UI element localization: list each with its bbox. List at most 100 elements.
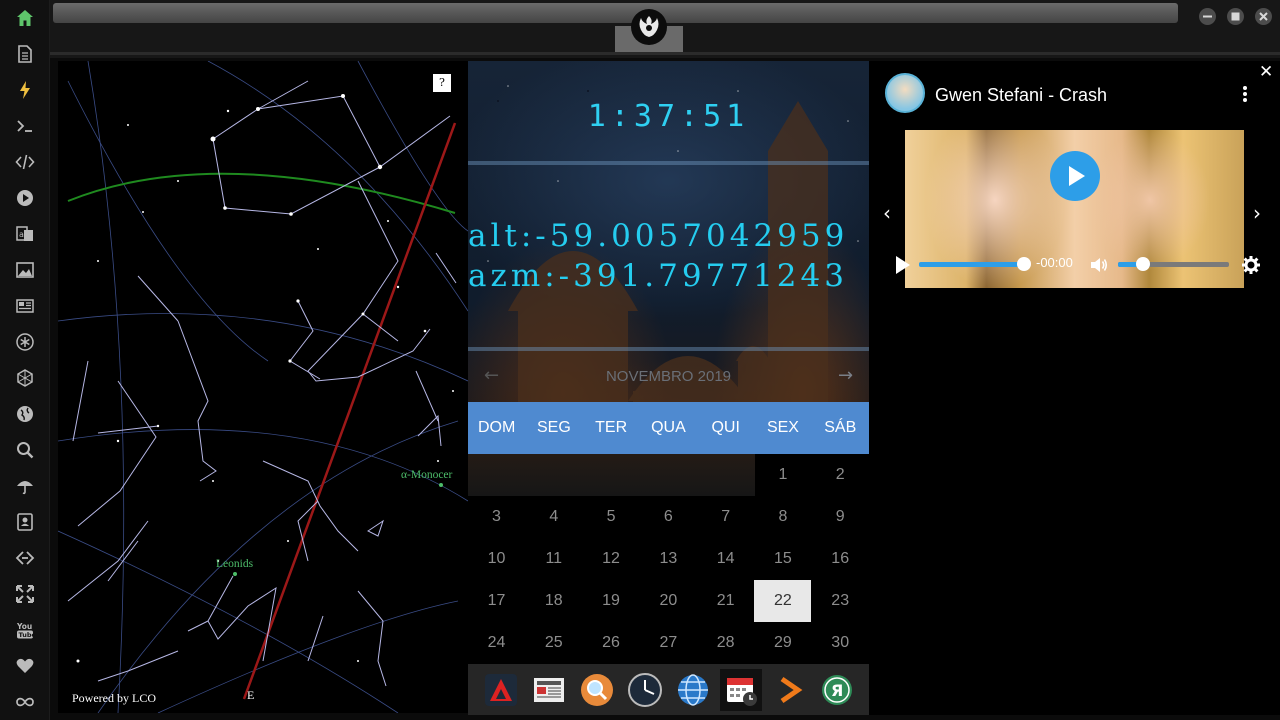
app-red-triangle-icon[interactable] bbox=[480, 669, 522, 711]
close-icon[interactable] bbox=[1255, 8, 1272, 25]
calendar-day-today[interactable]: 22 bbox=[754, 580, 812, 622]
document-icon[interactable] bbox=[13, 42, 37, 66]
calendar-day[interactable]: 20 bbox=[640, 580, 697, 622]
arrow-app-icon[interactable] bbox=[768, 669, 810, 711]
play-icon[interactable] bbox=[892, 254, 912, 276]
svg-text:You: You bbox=[16, 622, 32, 631]
music-player: ✕ Gwen Stefani - Crash ‹ › -00:00 bbox=[869, 61, 1280, 715]
time-remaining: -00:00 bbox=[1036, 255, 1073, 270]
weekday-label: SEG bbox=[537, 419, 571, 436]
calendar-day[interactable]: 25 bbox=[525, 622, 582, 664]
news-app-icon[interactable] bbox=[528, 669, 570, 711]
calendar-day[interactable]: 4 bbox=[525, 496, 582, 538]
sky-chart[interactable]: ? α-Monocer Leonids Powered by LCO E bbox=[58, 61, 468, 713]
image-icon[interactable] bbox=[13, 258, 37, 282]
lightning-icon[interactable] bbox=[13, 78, 37, 102]
home-icon[interactable] bbox=[13, 6, 37, 30]
calendar-day[interactable]: 16 bbox=[812, 538, 869, 580]
month-label: NOVEMBRO 2019 bbox=[605, 368, 732, 385]
weekday-header: DOM SEG TER QUA QUI SEX SÁB bbox=[468, 402, 869, 454]
asterisk-icon[interactable] bbox=[13, 330, 37, 354]
app-dock: Я bbox=[468, 664, 869, 715]
calendar-day[interactable]: 11 bbox=[525, 538, 582, 580]
avatar[interactable] bbox=[885, 73, 925, 113]
seek-bar[interactable] bbox=[919, 262, 1025, 267]
weekday-label: SEX bbox=[766, 419, 799, 436]
calendar-day[interactable]: 18 bbox=[525, 580, 582, 622]
clock-app-icon[interactable] bbox=[624, 669, 666, 711]
calendar-day[interactable]: 17 bbox=[468, 580, 525, 622]
clock-calendar-widget: 1:37:51 alt:-59.0057042959 azm:-391.7977… bbox=[468, 61, 869, 715]
calendar-day[interactable]: 1 bbox=[754, 454, 811, 496]
calendar-day[interactable]: 21 bbox=[697, 580, 754, 622]
player-controls: -00:00 bbox=[896, 249, 1260, 289]
sky-label-monoceros: α-Monocer bbox=[401, 469, 453, 481]
sidebar: a You Tube bbox=[0, 0, 50, 720]
calendar-day[interactable]: 5 bbox=[583, 496, 640, 538]
altitude-readout: alt:-59.0057042959 bbox=[468, 218, 849, 254]
more-options-icon[interactable] bbox=[1236, 83, 1254, 105]
help-button[interactable]: ? bbox=[433, 74, 451, 92]
umbrella-icon[interactable] bbox=[13, 474, 37, 498]
sky-credit: Powered by LCO bbox=[72, 691, 156, 705]
browser-globe-icon[interactable] bbox=[672, 669, 714, 711]
terminal-icon[interactable] bbox=[13, 114, 37, 138]
infinity-icon[interactable] bbox=[13, 690, 37, 714]
divider bbox=[468, 161, 869, 165]
calendar-day[interactable]: 23 bbox=[812, 580, 869, 622]
code-icon[interactable] bbox=[13, 150, 37, 174]
calendar-day[interactable]: 29 bbox=[754, 622, 811, 664]
next-track-icon[interactable]: › bbox=[1253, 201, 1261, 225]
calendar-day[interactable]: 3 bbox=[468, 496, 525, 538]
hexagon-icon[interactable] bbox=[13, 366, 37, 390]
calendar-day[interactable]: 27 bbox=[640, 622, 697, 664]
next-month-icon[interactable]: → bbox=[838, 365, 853, 386]
volume-icon[interactable] bbox=[1089, 255, 1109, 275]
newspaper-icon[interactable] bbox=[13, 294, 37, 318]
calendar-day[interactable]: 6 bbox=[640, 496, 697, 538]
calendar-day[interactable]: 30 bbox=[812, 622, 869, 664]
calendar-day[interactable]: 10 bbox=[468, 538, 525, 580]
calendar-day[interactable]: 2 bbox=[812, 454, 869, 496]
seek-handle[interactable] bbox=[1017, 257, 1031, 271]
settings-gear-icon[interactable] bbox=[1241, 255, 1261, 275]
address-bar[interactable] bbox=[53, 3, 1178, 23]
rebel-alliance-logo-icon[interactable] bbox=[631, 9, 667, 45]
calendar-day[interactable]: 19 bbox=[583, 580, 640, 622]
search-icon[interactable] bbox=[13, 438, 37, 462]
sky-label-leonids: Leonids bbox=[216, 558, 254, 570]
digital-clock: 1:37:51 bbox=[587, 99, 750, 134]
play-circle-icon[interactable] bbox=[13, 186, 37, 210]
calendar-grid: 1 2 3 4 5 6 7 8 9 10 11 12 13 14 15 16 17 18 19 20 21 22 23 24 2… bbox=[468, 454, 869, 664]
calendar-day[interactable]: 12 bbox=[583, 538, 640, 580]
previous-track-icon[interactable]: ‹ bbox=[883, 201, 891, 225]
calendar-day[interactable]: 13 bbox=[640, 538, 697, 580]
calendar-day[interactable]: 9 bbox=[812, 496, 869, 538]
compass-label: E bbox=[247, 688, 255, 702]
yandex-app-icon[interactable]: Я bbox=[816, 669, 858, 711]
weekday-label: TER bbox=[595, 419, 628, 436]
translate-icon[interactable]: a bbox=[13, 222, 37, 246]
volume-handle[interactable] bbox=[1136, 257, 1151, 271]
close-player-icon[interactable]: ✕ bbox=[1259, 62, 1273, 82]
minimize-icon[interactable] bbox=[1199, 8, 1216, 25]
calendar-day[interactable]: 28 bbox=[697, 622, 754, 664]
weekday-label: DOM bbox=[477, 419, 516, 436]
play-button[interactable] bbox=[1050, 151, 1100, 201]
expand-icon[interactable] bbox=[13, 582, 37, 606]
youtube-icon[interactable]: You Tube bbox=[13, 618, 37, 642]
weekday-label: QUI bbox=[711, 419, 740, 436]
calendar-day[interactable]: 15 bbox=[754, 538, 811, 580]
search-app-icon[interactable] bbox=[576, 669, 618, 711]
globe-icon[interactable] bbox=[13, 402, 37, 426]
calendar-day[interactable]: 7 bbox=[697, 496, 754, 538]
calendar-day[interactable]: 24 bbox=[468, 622, 525, 664]
calendar-day[interactable]: 8 bbox=[754, 496, 811, 538]
contacts-icon[interactable] bbox=[13, 510, 37, 534]
calendar-day[interactable]: 14 bbox=[697, 538, 754, 580]
maximize-icon[interactable] bbox=[1227, 8, 1244, 25]
calendar-app-icon[interactable] bbox=[720, 669, 762, 711]
calendar-day[interactable]: 26 bbox=[583, 622, 640, 664]
heart-icon[interactable] bbox=[13, 654, 37, 678]
link-icon[interactable] bbox=[13, 546, 37, 570]
